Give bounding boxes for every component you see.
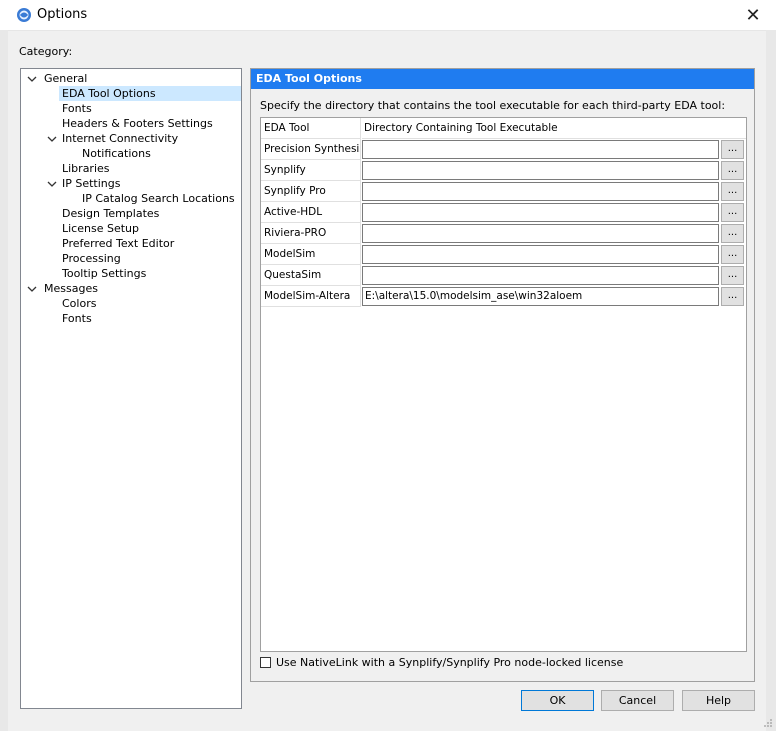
tool-name: ModelSim bbox=[261, 244, 361, 265]
tree-item-tooltip-settings[interactable]: Tooltip Settings bbox=[59, 266, 149, 281]
category-tree[interactable]: General EDA Tool Options Fonts Headers &… bbox=[20, 68, 242, 709]
tree-item-label: Colors bbox=[62, 297, 97, 310]
browse-button[interactable]: ... bbox=[721, 203, 744, 222]
chevron-down-icon[interactable] bbox=[47, 134, 57, 144]
tree-item-label: Libraries bbox=[62, 162, 110, 175]
table-row: Riviera-PRO ... bbox=[261, 223, 746, 244]
table-row: Precision Synthesis ... bbox=[261, 139, 746, 160]
tree-item-label: Fonts bbox=[62, 312, 92, 325]
browse-button[interactable]: ... bbox=[721, 245, 744, 264]
tool-name: QuestaSim bbox=[261, 265, 361, 286]
tree-item-preferred-text-editor[interactable]: Preferred Text Editor bbox=[59, 236, 177, 251]
chevron-down-icon[interactable] bbox=[27, 284, 37, 294]
tree-item-fonts[interactable]: Fonts bbox=[59, 101, 95, 116]
close-icon: ✕ bbox=[745, 4, 761, 26]
tree-item-label: Processing bbox=[62, 252, 121, 265]
tool-name: ModelSim-Altera bbox=[261, 286, 361, 307]
table-row: ModelSim ... bbox=[261, 244, 746, 265]
tool-name: Synplify Pro bbox=[261, 181, 361, 202]
app-globe-icon bbox=[17, 8, 31, 22]
panel-header: EDA Tool Options bbox=[251, 69, 754, 89]
browse-button[interactable]: ... bbox=[721, 287, 744, 306]
tree-item-colors[interactable]: Colors bbox=[59, 296, 99, 311]
tool-name: Active-HDL bbox=[261, 202, 361, 223]
browse-button[interactable]: ... bbox=[721, 140, 744, 159]
cancel-button[interactable]: Cancel bbox=[601, 690, 674, 711]
column-header-directory: Directory Containing Tool Executable bbox=[362, 118, 746, 139]
tree-item-license-setup[interactable]: License Setup bbox=[59, 221, 142, 236]
tree-item-label: Design Templates bbox=[62, 207, 160, 220]
tree-item-design-templates[interactable]: Design Templates bbox=[59, 206, 162, 221]
tree-item-label: Preferred Text Editor bbox=[62, 237, 175, 250]
table-row: Active-HDL ... bbox=[261, 202, 746, 223]
tree-item-label: License Setup bbox=[62, 222, 139, 235]
tree-item-eda-tool-options[interactable]: EDA Tool Options bbox=[59, 86, 241, 101]
tree-item-libraries[interactable]: Libraries bbox=[59, 161, 113, 176]
background-app-edge-left bbox=[0, 30, 8, 731]
chevron-down-icon[interactable] bbox=[47, 179, 57, 189]
tool-path-input[interactable] bbox=[362, 161, 719, 180]
tree-item-label: EDA Tool Options bbox=[59, 86, 241, 101]
tool-name: Precision Synthesis bbox=[261, 139, 361, 160]
column-header-tool: EDA Tool bbox=[261, 118, 361, 139]
tree-item-label: Fonts bbox=[62, 102, 92, 115]
tree-item-label: Tooltip Settings bbox=[62, 267, 147, 280]
tool-path-input[interactable] bbox=[362, 140, 719, 159]
tool-path-input[interactable] bbox=[362, 245, 719, 264]
tree-item-label: Messages bbox=[44, 282, 98, 295]
tree-item-label: IP Settings bbox=[62, 177, 121, 190]
tree-item-processing[interactable]: Processing bbox=[59, 251, 124, 266]
tool-name: Riviera-PRO bbox=[261, 223, 361, 244]
browse-button[interactable]: ... bbox=[721, 266, 744, 285]
tool-path-input[interactable] bbox=[362, 203, 719, 222]
tool-path-input[interactable] bbox=[362, 224, 719, 243]
tool-path-input[interactable]: E:\altera\15.0\modelsim_ase\win32aloem bbox=[362, 287, 719, 306]
panel-description: Specify the directory that contains the … bbox=[260, 99, 726, 112]
ok-button[interactable]: OK bbox=[521, 690, 594, 711]
table-row: Synplify ... bbox=[261, 160, 746, 181]
tool-path-input[interactable] bbox=[362, 266, 719, 285]
tree-item-ip-catalog-search-locations[interactable]: IP Catalog Search Locations bbox=[79, 191, 238, 206]
table-row: ModelSim-Altera E:\altera\15.0\modelsim_… bbox=[261, 286, 746, 307]
table-row: QuestaSim ... bbox=[261, 265, 746, 286]
title-bar: Options ✕ bbox=[0, 0, 776, 31]
eda-tool-options-panel: EDA Tool Options Specify the directory t… bbox=[250, 68, 755, 682]
tree-item-label: IP Catalog Search Locations bbox=[82, 192, 235, 205]
background-app-edge-right bbox=[766, 30, 776, 731]
table-row: Synplify Pro ... bbox=[261, 181, 746, 202]
chevron-down-icon[interactable] bbox=[27, 74, 37, 84]
browse-button[interactable]: ... bbox=[721, 182, 744, 201]
nativelink-label[interactable]: Use NativeLink with a Synplify/Synplify … bbox=[276, 656, 623, 669]
tree-item-label: Internet Connectivity bbox=[62, 132, 179, 145]
eda-tool-table: EDA Tool Directory Containing Tool Execu… bbox=[260, 117, 747, 652]
tree-item-notifications[interactable]: Notifications bbox=[79, 146, 154, 161]
tool-name: Synplify bbox=[261, 160, 361, 181]
nativelink-checkbox[interactable] bbox=[260, 657, 271, 668]
resize-grip-icon[interactable] bbox=[763, 718, 773, 728]
browse-button[interactable]: ... bbox=[721, 161, 744, 180]
tree-item-messages-fonts[interactable]: Fonts bbox=[59, 311, 95, 326]
tree-item-label: Notifications bbox=[82, 147, 151, 160]
tree-item-label: General bbox=[44, 72, 88, 85]
help-button[interactable]: Help bbox=[682, 690, 755, 711]
tree-item-label: Headers & Footers Settings bbox=[62, 117, 213, 130]
category-label: Category: bbox=[19, 45, 73, 58]
tree-item-headers-footers[interactable]: Headers & Footers Settings bbox=[59, 116, 216, 131]
tool-path-input[interactable] bbox=[362, 182, 719, 201]
window-title: Options bbox=[37, 7, 88, 22]
close-button[interactable]: ✕ bbox=[730, 0, 776, 30]
browse-button[interactable]: ... bbox=[721, 224, 744, 243]
